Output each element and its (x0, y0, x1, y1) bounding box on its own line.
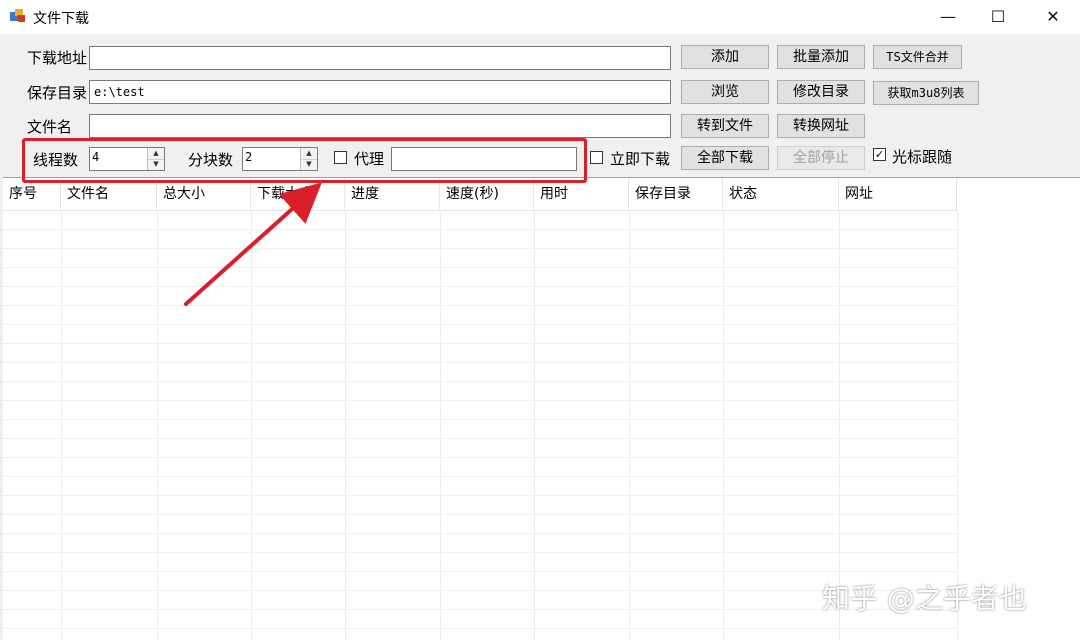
ts-merge-button[interactable]: TS文件合并 (873, 45, 962, 69)
close-button[interactable]: ✕ (1030, 4, 1076, 30)
watermark: 知乎 @之乎者也 (822, 582, 1027, 615)
to-file-button[interactable]: 转到文件 (681, 114, 769, 138)
column-divider (157, 210, 158, 640)
cursor-follow-checkbox[interactable]: ✓ (873, 148, 886, 161)
download-table[interactable]: 序号 文件名 总大小 下载大小 进度 速度(秒) 用时 保存目录 状态 网址 (3, 177, 1080, 640)
highlight-box (22, 138, 587, 183)
column-divider (61, 210, 62, 640)
batch-add-button[interactable]: 批量添加 (777, 45, 865, 69)
window-title: 文件下载 (33, 11, 89, 27)
column-divider (957, 210, 958, 640)
immediate-download-checkbox[interactable] (590, 151, 603, 164)
file-name-input[interactable] (89, 114, 671, 138)
stop-all-button[interactable]: 全部停止 (777, 146, 865, 170)
save-dir-input[interactable]: e:\test (89, 80, 671, 104)
add-button[interactable]: 添加 (681, 45, 769, 69)
column-header[interactable]: 保存目录 (629, 178, 723, 210)
immediate-download-label: 立即下载 (610, 150, 671, 168)
url-label: 下载地址 (27, 49, 88, 67)
column-divider (440, 210, 441, 640)
save-dir-label: 保存目录 (27, 84, 88, 102)
column-divider (345, 210, 346, 640)
column-header[interactable]: 状态 (723, 178, 839, 210)
table-body (3, 211, 957, 640)
download-all-button[interactable]: 全部下载 (681, 146, 769, 170)
url-input[interactable] (89, 46, 671, 70)
column-header[interactable]: 网址 (839, 178, 957, 210)
convert-url-button[interactable]: 转换网址 (777, 114, 865, 138)
column-divider (629, 210, 630, 640)
check-icon: ✓ (874, 148, 885, 161)
title-bar: 文件下载 — ☐ ✕ (0, 0, 1080, 34)
column-divider (839, 210, 840, 640)
column-divider (723, 210, 724, 640)
maximize-button[interactable]: ☐ (975, 4, 1021, 30)
cursor-follow-label: 光标跟随 (892, 148, 953, 166)
app-window-icon (10, 9, 25, 22)
change-dir-button[interactable]: 修改目录 (777, 80, 865, 104)
browse-button[interactable]: 浏览 (681, 80, 769, 104)
get-m3u8-button[interactable]: 获取m3u8列表 (873, 81, 979, 105)
file-name-label: 文件名 (27, 118, 73, 136)
column-divider (534, 210, 535, 640)
column-divider (251, 210, 252, 640)
minimize-button[interactable]: — (925, 4, 971, 30)
